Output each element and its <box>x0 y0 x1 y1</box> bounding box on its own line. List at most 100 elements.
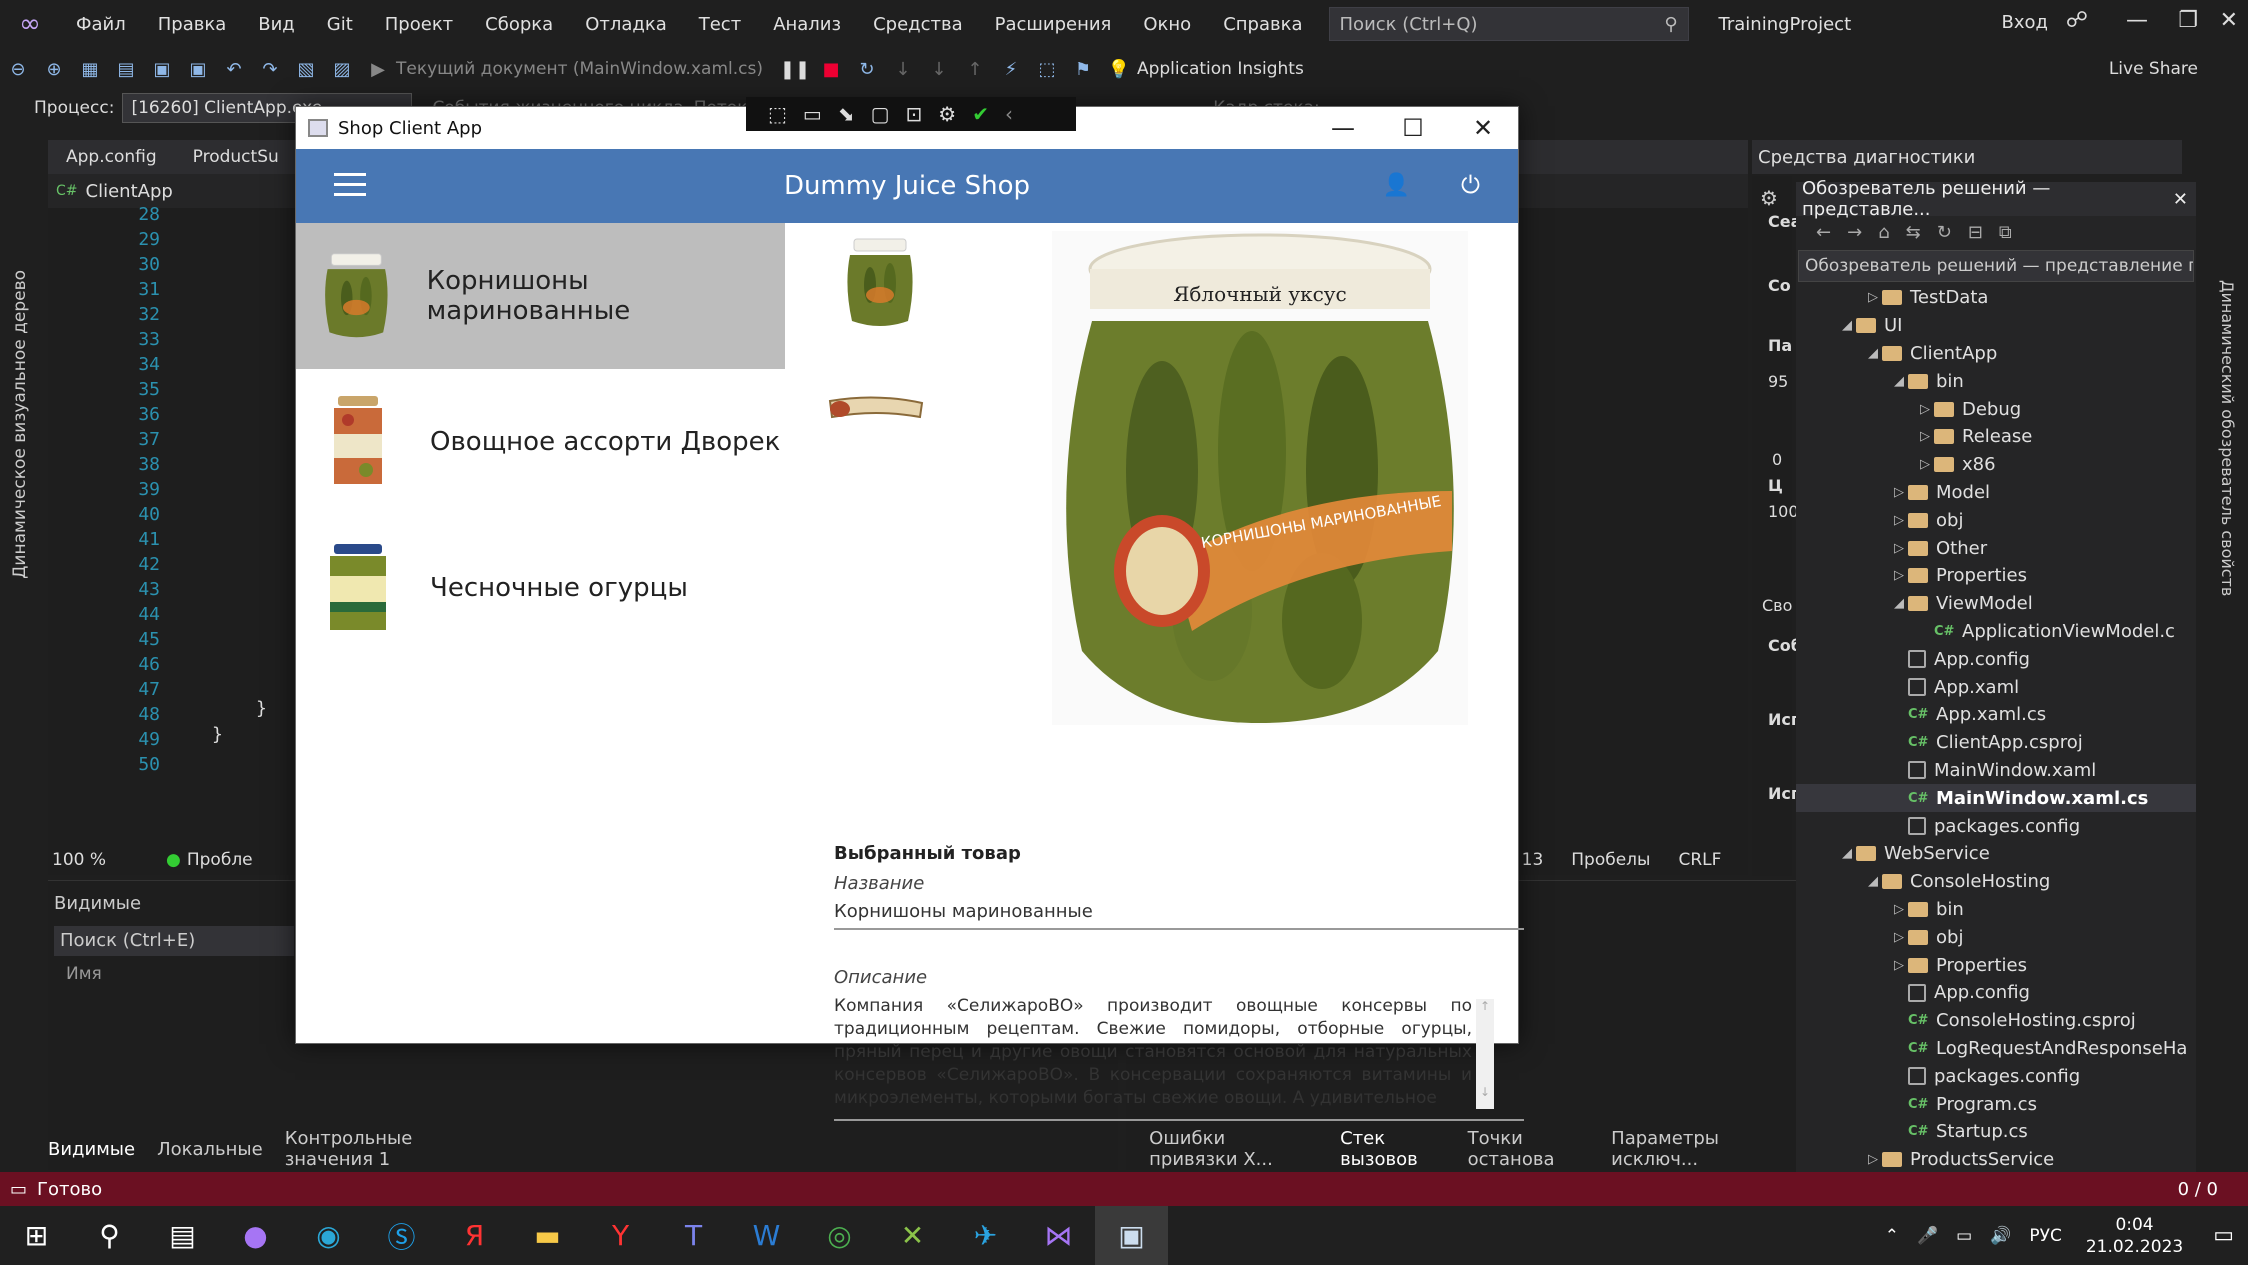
power-icon[interactable]: ⏻ <box>1461 171 1480 199</box>
spaces-indicator[interactable]: Пробелы <box>1571 850 1650 870</box>
search-input[interactable]: Поиск (Ctrl+Q) ⚲ <box>1328 7 1689 41</box>
notifications-icon[interactable]: ▭ <box>2213 1223 2234 1248</box>
shop-client-taskbar-icon[interactable]: ▣ <box>1095 1206 1168 1265</box>
tree-item[interactable]: ▷ Release <box>1796 423 2196 451</box>
run-target[interactable]: Текущий документ (MainWindow.xaml.cs) <box>396 59 763 79</box>
restore-button[interactable]: ❐ <box>2178 8 2198 33</box>
hot-reload-status-icon[interactable]: ✔ <box>972 102 989 126</box>
save-all-icon[interactable]: ▣ <box>184 55 212 83</box>
menu-project[interactable]: Проект <box>369 14 469 35</box>
menu-tools[interactable]: Средства <box>857 14 979 35</box>
volume-icon[interactable]: 🔊 <box>1990 1226 2011 1246</box>
forward-icon[interactable]: → <box>1847 222 1862 243</box>
menu-build[interactable]: Сборка <box>469 14 569 35</box>
product-thumbnail-label[interactable] <box>826 387 926 427</box>
mic-icon[interactable]: 🎤 <box>1917 1226 1938 1246</box>
print-icon[interactable]: ▨ <box>328 55 356 83</box>
step-into-icon[interactable]: ↓ <box>889 55 917 83</box>
nav-project[interactable]: ClientApp <box>86 181 173 202</box>
chrome-icon[interactable]: ◎ <box>803 1206 876 1265</box>
expand-arrow-icon[interactable]: ▷ <box>1890 958 1908 973</box>
expand-arrow-icon[interactable]: ▷ <box>1864 1152 1882 1167</box>
back-icon[interactable]: ← <box>1816 222 1831 243</box>
menu-edit[interactable]: Правка <box>142 14 243 35</box>
vs-logo-icon[interactable]: ∞ <box>0 0 60 48</box>
app-purple-icon[interactable]: ● <box>219 1206 292 1265</box>
expand-arrow-icon[interactable]: ◢ <box>1864 874 1882 889</box>
collapse-icon[interactable]: ‹ <box>1005 102 1013 126</box>
expand-arrow-icon[interactable]: ◢ <box>1890 596 1908 611</box>
step-over-icon[interactable]: ↓ <box>925 55 953 83</box>
tab-watch[interactable]: Видимые <box>48 1139 135 1160</box>
tree-item[interactable]: ▷ obj <box>1796 923 2196 951</box>
open-icon[interactable]: ▤ <box>112 55 140 83</box>
redo-icon[interactable]: ↷ <box>256 55 284 83</box>
description-field[interactable]: Компания «СелижароВО» производит овощные… <box>834 995 1498 1113</box>
telegram-icon[interactable]: ✈ <box>949 1206 1022 1265</box>
start-icon[interactable]: ⊞ <box>0 1206 73 1265</box>
step-out-icon[interactable]: ↑ <box>961 55 989 83</box>
tree-item[interactable]: ▷ TestData <box>1796 284 2196 312</box>
app-icon[interactable]: ✕ <box>876 1206 949 1265</box>
tab-breakpoints[interactable]: Точки останова <box>1468 1128 1590 1170</box>
solution-search-input[interactable]: Обозреватель решений — представление пап <box>1798 250 2194 282</box>
tree-item[interactable]: packages.config <box>1796 1062 2196 1090</box>
tree-item[interactable]: ◢ ConsoleHosting <box>1796 868 2196 896</box>
menu-window[interactable]: Окно <box>1127 14 1207 35</box>
menu-view[interactable]: Вид <box>242 14 311 35</box>
tree-item[interactable]: C# ConsoleHosting.csproj <box>1796 1007 2196 1035</box>
show-all-icon[interactable]: ⧉ <box>1999 222 2012 243</box>
live-visual-tree-tab[interactable]: Динамическое визуальное дерево <box>10 270 30 579</box>
track-focus-icon[interactable]: ⬊ <box>838 102 855 126</box>
expand-arrow-icon[interactable]: ▷ <box>1890 902 1908 917</box>
tree-item[interactable]: C# App.xaml.cs <box>1796 701 2196 729</box>
expand-arrow-icon[interactable]: ▷ <box>1890 930 1908 945</box>
collapse-icon[interactable]: ⊟ <box>1968 222 1983 243</box>
tree-item[interactable]: ▷ Properties <box>1796 951 2196 979</box>
tree-item[interactable]: ◢ WebService <box>1796 840 2196 868</box>
tree-item[interactable]: ◢ UI <box>1796 312 2196 340</box>
task-view-icon[interactable]: ▤ <box>146 1206 219 1265</box>
tree-item[interactable]: MainWindow.xaml <box>1796 757 2196 785</box>
tab-locals[interactable]: Локальные <box>157 1139 263 1160</box>
edge-icon[interactable]: ◉ <box>292 1206 365 1265</box>
diag-text[interactable]: Сво <box>1762 596 1792 615</box>
clock[interactable]: 0:04 21.02.2023 <box>2086 1214 2183 1258</box>
tree-item[interactable]: ▷ ProductsService <box>1796 1146 2196 1174</box>
settings-icon[interactable]: ⚙ <box>1760 186 1778 210</box>
folder-icon[interactable]: ▧ <box>292 55 320 83</box>
tree-item[interactable]: App.config <box>1796 979 2196 1007</box>
explorer-icon[interactable]: ▬ <box>511 1206 584 1265</box>
menu-debug[interactable]: Отладка <box>569 14 683 35</box>
tray-chevron-icon[interactable]: ⌃ <box>1885 1226 1899 1246</box>
problems-label[interactable]: Пробле <box>187 850 253 870</box>
menu-extensions[interactable]: Расширения <box>979 14 1128 35</box>
visual-studio-icon[interactable]: ⋈ <box>1022 1206 1095 1265</box>
battery-icon[interactable]: ▭ <box>1956 1226 1972 1246</box>
expand-arrow-icon[interactable]: ▷ <box>1890 541 1908 556</box>
tree-item[interactable]: App.xaml <box>1796 673 2196 701</box>
home-icon[interactable]: ⌂ <box>1878 222 1889 243</box>
tree-item[interactable]: packages.config <box>1796 812 2196 840</box>
expand-arrow-icon[interactable]: ▷ <box>1916 457 1934 472</box>
layout-adorners-icon[interactable]: ▢ <box>871 102 890 126</box>
menu-analyze[interactable]: Анализ <box>757 14 857 35</box>
zoom-level[interactable]: 100 % <box>52 850 106 870</box>
tree-item[interactable]: C# ClientApp.csproj <box>1796 729 2196 757</box>
hot-reload-icon[interactable]: ⚡ <box>997 55 1025 83</box>
tree-item[interactable]: App.config <box>1796 645 2196 673</box>
tab-app-config[interactable]: App.config <box>48 147 175 167</box>
back-icon[interactable]: ⊖ <box>4 55 32 83</box>
expand-arrow-icon[interactable]: ◢ <box>1838 846 1856 861</box>
expand-arrow-icon[interactable]: ▷ <box>1864 290 1882 305</box>
property-explorer-tab[interactable]: Динамический обозреватель свойств <box>2218 280 2237 596</box>
app-maximize-button[interactable]: ☐ <box>1378 107 1448 149</box>
close-button[interactable]: ✕ <box>2220 8 2238 33</box>
switch-views-icon[interactable]: ⇆ <box>1906 222 1921 243</box>
expand-arrow-icon[interactable]: ▷ <box>1916 429 1934 444</box>
display-adorners-icon[interactable]: ▭ <box>803 102 822 126</box>
expand-arrow-icon[interactable]: ▷ <box>1916 402 1934 417</box>
tree-item[interactable]: ▷ bin <box>1796 896 2196 924</box>
tree-item[interactable]: ▷ Other <box>1796 534 2196 562</box>
menu-help[interactable]: Справка <box>1207 14 1318 35</box>
